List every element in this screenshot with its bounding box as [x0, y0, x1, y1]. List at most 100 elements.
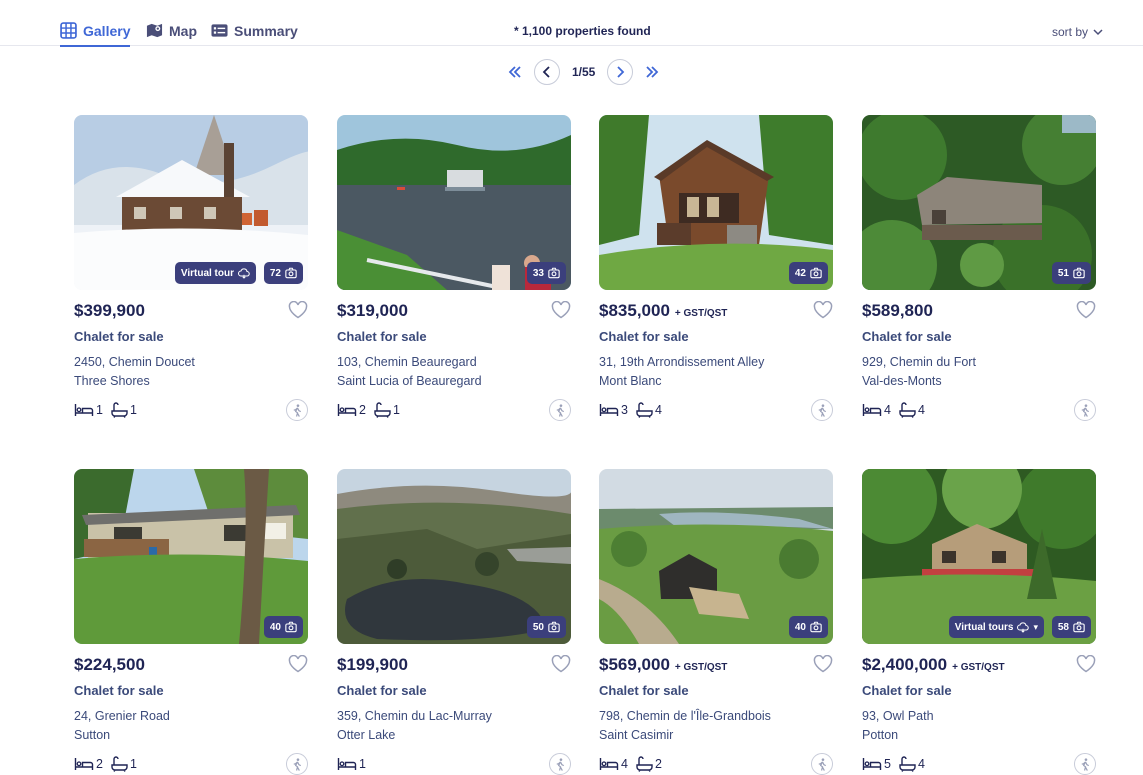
tab-summary-label: Summary	[234, 22, 298, 39]
address-city: Saint Lucia of Beauregard	[337, 374, 482, 388]
photo-count: 42	[794, 267, 806, 279]
tax-note: + GST/QST	[674, 308, 728, 319]
listing-card-5[interactable]: 40 $224,500 Chalet for sale 24, Grenier …	[74, 469, 308, 775]
chevron-down-icon	[1093, 29, 1103, 36]
property-type[interactable]: Chalet for sale	[599, 329, 833, 344]
double-chevron-left-icon	[508, 66, 521, 78]
previous-page-button[interactable]	[534, 59, 560, 85]
property-type[interactable]: Chalet for sale	[74, 683, 308, 698]
photo-count: 51	[1057, 267, 1069, 279]
last-page-button[interactable]	[639, 59, 665, 85]
walk-score-button[interactable]	[1074, 399, 1096, 421]
bathroom-count: 4	[917, 757, 925, 771]
walk-score-button[interactable]	[286, 399, 308, 421]
listing-photo[interactable]: Virtual tour 72	[74, 115, 308, 290]
property-type[interactable]: Chalet for sale	[337, 329, 571, 344]
favorite-heart-icon[interactable]	[813, 301, 833, 319]
tab-map[interactable]: Map	[146, 22, 197, 39]
property-type[interactable]: Chalet for sale	[337, 683, 571, 698]
property-type[interactable]: Chalet for sale	[862, 683, 1096, 698]
bathroom-count: 4	[917, 403, 925, 417]
photo-count: 33	[532, 267, 544, 279]
walk-score-button[interactable]	[286, 753, 308, 775]
listing-card-6[interactable]: 50 $199,900 Chalet for sale 359, Chemin …	[337, 469, 571, 775]
bathtub-icon	[111, 756, 128, 772]
photo-count-badge[interactable]: 50	[526, 616, 566, 638]
virtual-tour-badge[interactable]: Virtual tour	[174, 262, 256, 284]
photo-count-badge[interactable]: 40	[788, 616, 828, 638]
property-type[interactable]: Chalet for sale	[74, 329, 308, 344]
photo-count-badge[interactable]: 42	[788, 262, 828, 284]
favorite-heart-icon[interactable]	[1076, 301, 1096, 319]
photo-count-badge[interactable]: 51	[1051, 262, 1091, 284]
chevron-left-icon	[542, 66, 550, 78]
listing-card-8[interactable]: Virtual tours ▾ 58 $2,400,000 + GST/QST …	[862, 469, 1096, 775]
listing-photo[interactable]: 40	[599, 469, 833, 644]
photo-count-badge[interactable]: 33	[526, 262, 566, 284]
price-row: $589,800	[862, 301, 1096, 323]
favorite-heart-icon[interactable]	[813, 655, 833, 673]
photo-count-badge[interactable]: 58	[1051, 616, 1091, 638]
listing-address: 798, Chemin de l'Île-Grandbois Saint Cas…	[599, 707, 833, 745]
walk-score-button[interactable]	[811, 399, 833, 421]
listing-photo[interactable]: Virtual tours ▾ 58	[862, 469, 1096, 644]
favorite-heart-icon[interactable]	[1076, 655, 1096, 673]
camera-icon	[548, 267, 560, 279]
photo-count: 72	[269, 267, 281, 279]
camera-icon	[1073, 621, 1085, 633]
bedrooms: 1	[74, 403, 103, 417]
sort-dropdown[interactable]: sort by	[1052, 25, 1103, 39]
address-street: 24, Grenier Road	[74, 709, 170, 723]
bed-icon	[862, 758, 882, 770]
listing-photo[interactable]: 42	[599, 115, 833, 290]
address-city: Three Shores	[74, 374, 150, 388]
walk-score-button[interactable]	[549, 753, 571, 775]
listing-address: 2450, Chemin Doucet Three Shores	[74, 353, 308, 391]
favorite-heart-icon[interactable]	[551, 655, 571, 673]
photo-count-badge[interactable]: 72	[263, 262, 303, 284]
next-page-button[interactable]	[607, 59, 634, 85]
camera-icon	[548, 621, 560, 633]
bathroom-count: 1	[129, 403, 137, 417]
property-type[interactable]: Chalet for sale	[599, 683, 833, 698]
page-indicator: 1/55	[572, 65, 596, 79]
property-type[interactable]: Chalet for sale	[862, 329, 1096, 344]
walk-score-button[interactable]	[549, 399, 571, 421]
listing-card-1[interactable]: Virtual tour 72 $399,900 Chalet for sale…	[74, 115, 308, 421]
bathrooms: 1	[374, 402, 400, 418]
cloud-icon	[238, 268, 250, 279]
bathrooms: 4	[636, 402, 662, 418]
listing-price: $224,500	[74, 655, 145, 674]
pedestrian-icon	[556, 403, 564, 417]
favorite-heart-icon[interactable]	[288, 655, 308, 673]
bedrooms: 2	[337, 403, 366, 417]
bedroom-count: 4	[884, 403, 891, 417]
listing-card-4[interactable]: 51 $589,800 Chalet for sale 929, Chemin …	[862, 115, 1096, 421]
tab-summary[interactable]: Summary	[211, 22, 298, 39]
listing-card-7[interactable]: 40 $569,000 + GST/QST Chalet for sale 79…	[599, 469, 833, 775]
first-page-button[interactable]	[502, 59, 528, 85]
camera-icon	[1073, 267, 1085, 279]
favorite-heart-icon[interactable]	[551, 301, 571, 319]
listing-card-3[interactable]: 42 $835,000 + GST/QST Chalet for sale 31…	[599, 115, 833, 421]
bedroom-count: 2	[359, 403, 366, 417]
tab-gallery[interactable]: Gallery	[60, 22, 131, 47]
listing-photo[interactable]: 50	[337, 469, 571, 644]
address-city: Mont Blanc	[599, 374, 662, 388]
walk-score-button[interactable]	[811, 753, 833, 775]
listing-photo[interactable]: 33	[337, 115, 571, 290]
virtual-tour-badge[interactable]: Virtual tours ▾	[948, 616, 1044, 638]
photo-count-badge[interactable]: 40	[263, 616, 303, 638]
listing-photo[interactable]: 40	[74, 469, 308, 644]
walk-score-button[interactable]	[1074, 753, 1096, 775]
listing-address: 103, Chemin Beauregard Saint Lucia of Be…	[337, 353, 571, 391]
photo-count: 40	[269, 621, 281, 633]
favorite-heart-icon[interactable]	[288, 301, 308, 319]
pedestrian-icon	[1081, 757, 1089, 771]
bed-icon	[337, 758, 357, 770]
listing-address: 24, Grenier Road Sutton	[74, 707, 308, 745]
pedestrian-icon	[556, 757, 564, 771]
address-city: Val-des-Monts	[862, 374, 942, 388]
listing-card-2[interactable]: 33 $319,000 Chalet for sale 103, Chemin …	[337, 115, 571, 421]
listing-photo[interactable]: 51	[862, 115, 1096, 290]
